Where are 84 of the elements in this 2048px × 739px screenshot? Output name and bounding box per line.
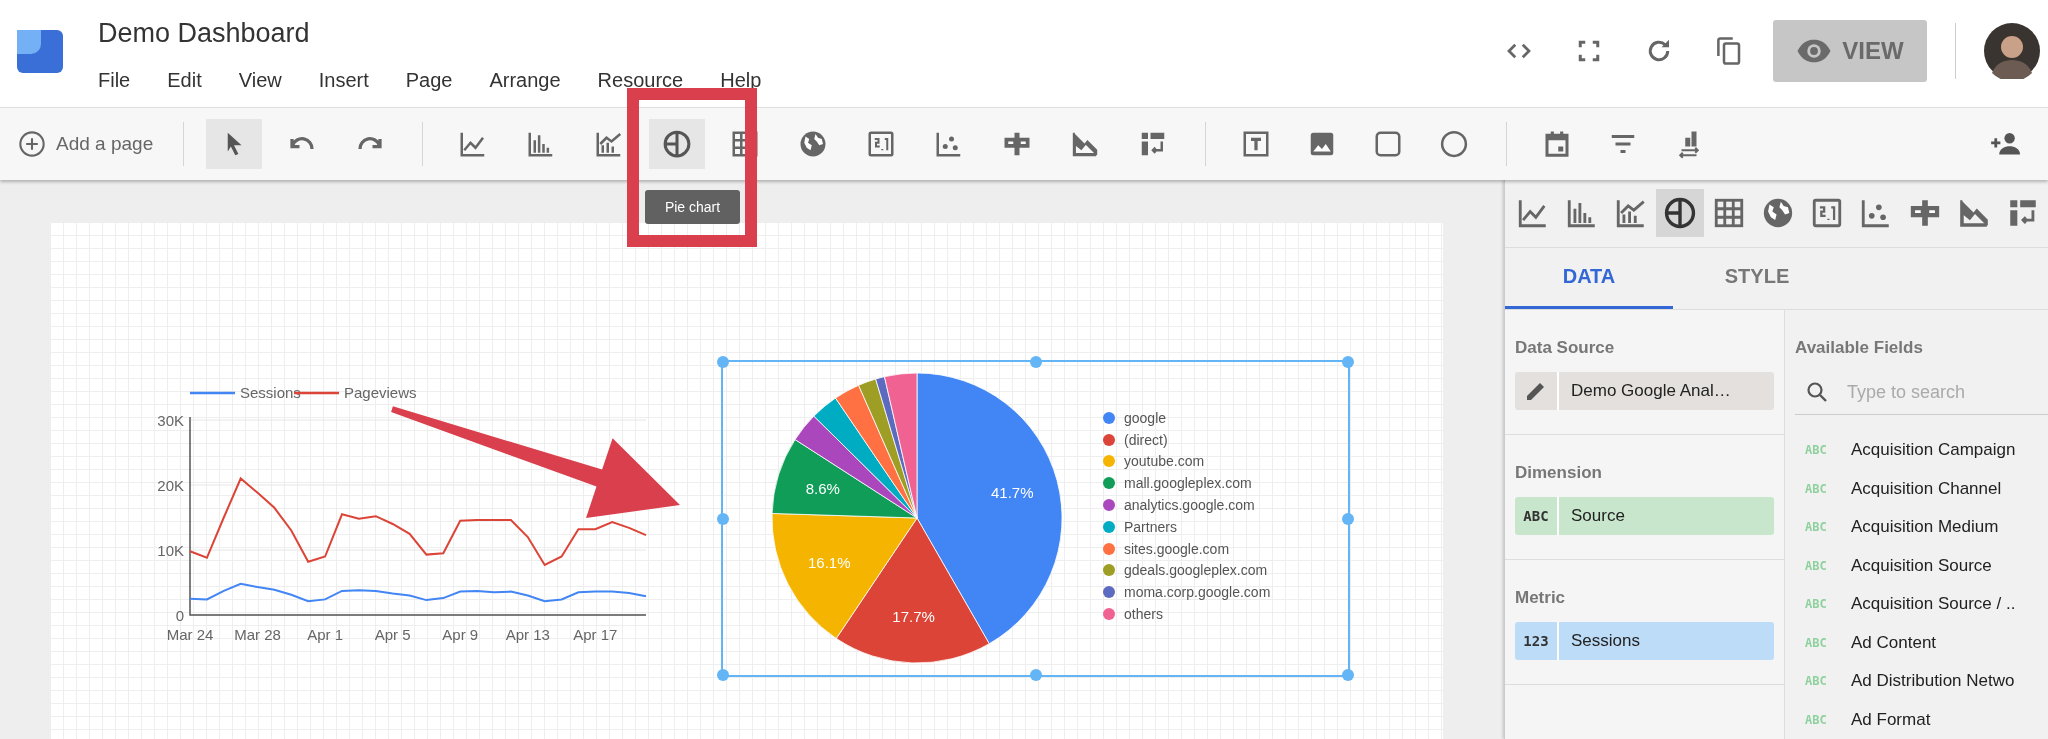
chip-label: Demo Google Anal… xyxy=(1570,380,1731,402)
legend-label: (direct) xyxy=(1124,431,1168,448)
pie-chart-icon xyxy=(662,129,693,159)
dimension-chip[interactable]: ABC Source xyxy=(1515,497,1774,535)
avatar[interactable] xyxy=(1984,23,2040,79)
tooltip: Pie chart xyxy=(645,190,740,224)
y-tick-label: 0 xyxy=(175,607,184,624)
scorecard-icon xyxy=(866,129,897,159)
table-icon xyxy=(730,129,761,159)
section-title: Metric xyxy=(1515,588,1567,608)
y-tick-label: 10K xyxy=(157,542,184,559)
menu-item[interactable]: Page xyxy=(405,68,453,92)
field-type-label: 123 xyxy=(1515,622,1559,660)
x-tick-label: Apr 1 xyxy=(307,626,344,643)
legend-label: google xyxy=(1124,409,1167,426)
slice-label: 17.7% xyxy=(892,607,935,625)
legend-label: moma.corp.google.com xyxy=(1124,584,1271,601)
menu-item[interactable]: Resource xyxy=(597,68,684,92)
search-field[interactable]: Type to search xyxy=(1847,377,2017,407)
resize-handle[interactable] xyxy=(1342,669,1354,681)
metric-chip[interactable]: 123 Sessions xyxy=(1515,622,1774,660)
legend-label: others xyxy=(1124,606,1163,623)
x-tick-label: Mar 24 xyxy=(166,626,214,643)
menu-item[interactable]: Edit xyxy=(167,68,202,92)
logo-icon xyxy=(17,27,63,73)
y-tick-label: 20K xyxy=(157,477,184,494)
legend-label: sites.google.com xyxy=(1124,540,1230,557)
resize-handle[interactable] xyxy=(717,669,729,681)
menu-item[interactable]: Insert xyxy=(318,68,369,92)
menu-item[interactable]: File xyxy=(98,68,131,92)
resize-handle[interactable] xyxy=(717,512,729,525)
y-tick-label: 30K xyxy=(157,412,184,429)
field-item[interactable]: ABC Acquisition Channel xyxy=(1795,469,2048,508)
slice-label: 16.1% xyxy=(808,554,851,572)
x-tick-label: Apr 17 xyxy=(573,626,618,643)
toolbar-button[interactable] xyxy=(649,119,706,169)
menu-item[interactable]: Arrange xyxy=(489,68,561,92)
field-item[interactable]: ABC Acquisition Medium xyxy=(1795,508,2048,547)
section-title: Dimension xyxy=(1515,463,1603,483)
resize-handle[interactable] xyxy=(1342,356,1354,368)
x-tick-label: Apr 13 xyxy=(505,626,550,643)
legend-label: gdeals.googleplex.com xyxy=(1124,562,1268,579)
x-tick-label: Mar 28 xyxy=(234,626,281,643)
add-circle-icon xyxy=(18,130,46,158)
search-icon xyxy=(1805,380,1829,404)
field-item[interactable]: ABC Ad Content xyxy=(1795,623,2048,662)
field-item[interactable]: ABC Acquisition Source / .. xyxy=(1795,585,2048,624)
chart-type-button[interactable] xyxy=(1656,189,1704,238)
section-title: Available Fields xyxy=(1795,338,1924,358)
slice-label: 41.7% xyxy=(991,483,1034,501)
field-item[interactable]: ABC Acquisition Campaign xyxy=(1795,431,2048,470)
resize-handle[interactable] xyxy=(1029,356,1042,368)
pie-chart-icon xyxy=(1663,196,1697,231)
data-source-chip[interactable]: Demo Google Anal… xyxy=(1515,372,1774,410)
legend-label: analytics.google.com xyxy=(1124,497,1255,514)
circle-icon xyxy=(1439,129,1470,159)
legend-item: Sessions xyxy=(190,384,301,401)
legend-label: youtube.com xyxy=(1124,453,1205,470)
slice-label: 8.6% xyxy=(805,479,840,497)
text-box-icon xyxy=(1241,129,1272,159)
x-tick-label: Apr 9 xyxy=(442,626,479,643)
section-title: Data Source xyxy=(1515,338,1616,358)
field-item[interactable]: ABC Ad Distribution Netwo xyxy=(1795,662,2048,701)
field-item[interactable]: ABC Acquisition Source xyxy=(1795,546,2048,585)
legend-label: Pageviews xyxy=(344,384,417,401)
chip-label: Source xyxy=(1570,505,1625,527)
resize-handle[interactable] xyxy=(1029,669,1042,681)
rectangle-icon xyxy=(1373,129,1404,159)
panel-tab[interactable]: DATA xyxy=(1505,247,1673,309)
chip-label: Sessions xyxy=(1570,630,1640,652)
legend-label: Sessions xyxy=(240,384,301,401)
menu-item[interactable]: Help xyxy=(720,68,762,92)
legend-label: Partners xyxy=(1124,518,1177,535)
legend-label: mall.googleplex.com xyxy=(1124,475,1252,492)
x-tick-label: Apr 5 xyxy=(374,626,411,643)
menu-item[interactable]: View xyxy=(238,68,282,92)
resize-handle[interactable] xyxy=(1342,512,1354,525)
panel-tab[interactable]: STYLE xyxy=(1673,247,1841,309)
toolbar-button[interactable] xyxy=(206,119,263,169)
report-title[interactable]: Demo Dashboard xyxy=(98,16,762,50)
field-item[interactable]: ABC Ad Format xyxy=(1795,700,2048,739)
add-page-button[interactable]: Add a page xyxy=(12,120,160,168)
field-type-label: ABC xyxy=(1515,497,1559,535)
resize-handle[interactable] xyxy=(717,356,729,368)
